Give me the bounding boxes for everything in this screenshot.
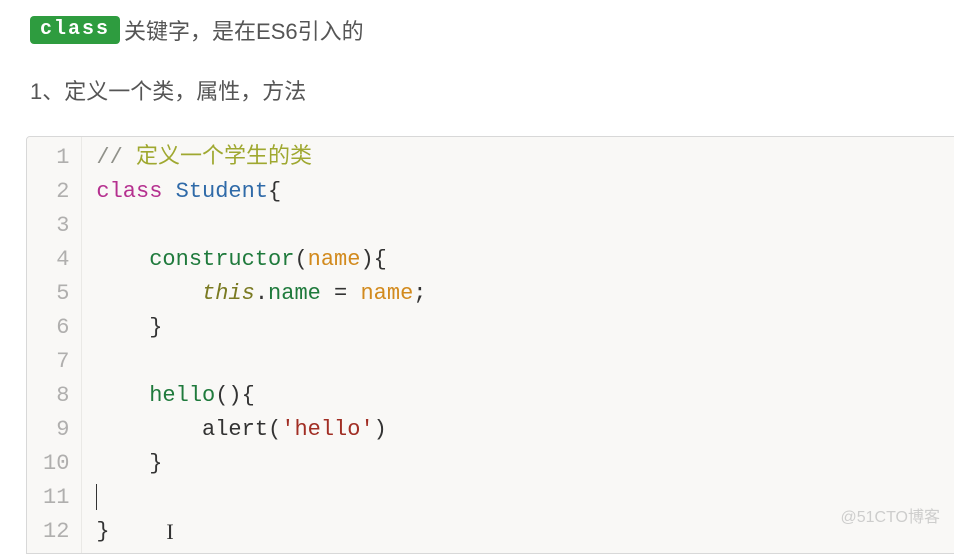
line-number: 6 [43,311,69,345]
line-number: 10 [43,447,69,481]
code-block: 1 2 3 4 5 6 7 8 9 10 11 12 // 定义一个学生的类 c… [26,136,954,554]
intro-line: class 关键字，是在ES6引入的 [30,14,954,46]
line-number: 11 [43,481,69,515]
line-number: 9 [43,413,69,447]
intro-text: 关键字，是在ES6引入的 [124,14,364,46]
code-line [96,481,954,515]
line-number: 8 [43,379,69,413]
code-line: constructor(name){ [96,243,954,277]
section-title: 1、定义一个类，属性，方法 [30,74,954,106]
line-number: 2 [43,175,69,209]
line-number: 1 [43,141,69,175]
code-line: } [96,515,954,549]
code-line: this.name = name; [96,277,954,311]
line-number: 7 [43,345,69,379]
code-line: class Student{ [96,175,954,209]
line-number: 12 [43,515,69,549]
line-number: 4 [43,243,69,277]
code-line [96,209,954,243]
code-line: // 定义一个学生的类 [96,141,954,175]
line-number-gutter: 1 2 3 4 5 6 7 8 9 10 11 12 [27,137,82,553]
code-line: } [96,447,954,481]
code-area[interactable]: // 定义一个学生的类 class Student{ constructor(n… [82,137,954,553]
code-line: } [96,311,954,345]
code-line: hello(){ [96,379,954,413]
code-line: alert('hello') [96,413,954,447]
line-number: 5 [43,277,69,311]
code-line [96,345,954,379]
line-number: 3 [43,209,69,243]
class-badge: class [30,16,120,44]
